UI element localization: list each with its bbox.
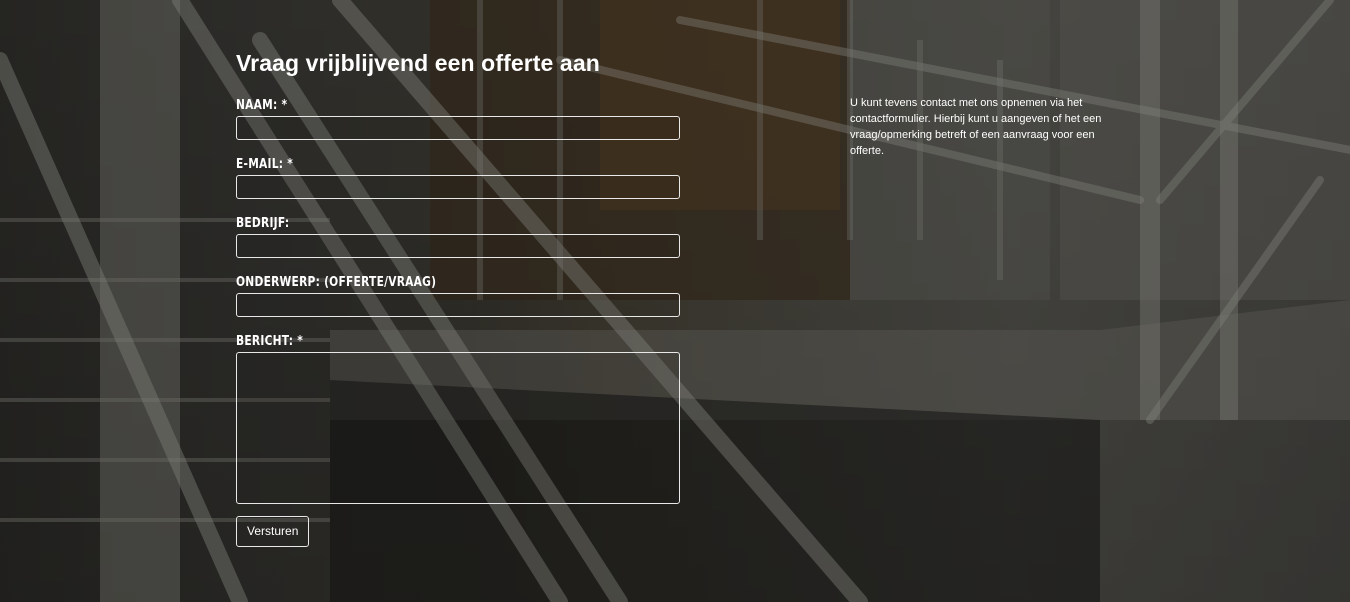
email-input[interactable] [236, 175, 680, 199]
name-field-group: NAAM: * [236, 96, 680, 140]
submit-button[interactable]: Versturen [236, 516, 310, 547]
form-title: Vraag vrijblijvend een offerte aan [236, 50, 600, 76]
message-label: BERICHT: * [236, 334, 304, 349]
name-label: NAAM: * [236, 98, 288, 113]
subject-input[interactable] [236, 293, 680, 317]
contact-info-text: U kunt tevens contact met ons opnemen vi… [850, 97, 1102, 157]
subject-field-group: ONDERWERP: (OFFERTE/VRAAG) [236, 273, 680, 317]
quote-form: Vraag vrijblijvend een offerte aan NAAM:… [236, 48, 680, 547]
message-textarea[interactable] [236, 352, 680, 504]
company-field-group: BEDRIJF: [236, 214, 680, 258]
email-label: E-MAIL: * [236, 157, 294, 172]
message-field-group: BERICHT: * [236, 332, 680, 504]
name-input[interactable] [236, 116, 680, 140]
email-field-group: E-MAIL: * [236, 155, 680, 199]
subject-label: ONDERWERP: (OFFERTE/VRAAG) [236, 275, 437, 290]
company-label: BEDRIJF: [236, 216, 290, 231]
company-input[interactable] [236, 234, 680, 258]
